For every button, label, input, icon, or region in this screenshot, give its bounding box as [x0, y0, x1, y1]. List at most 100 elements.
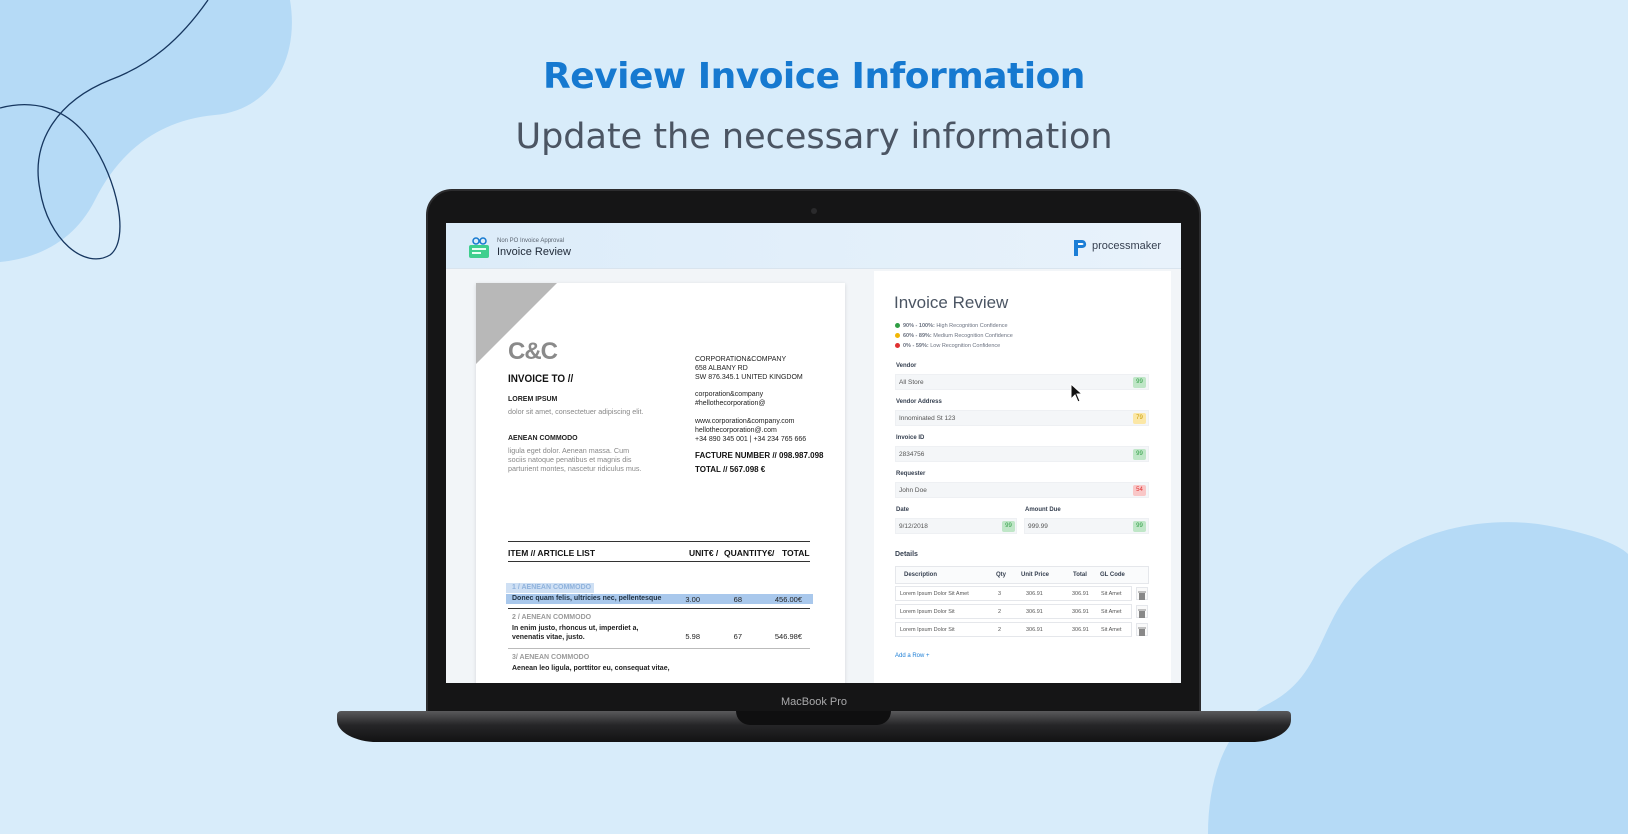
review-title: Invoice Review: [894, 293, 1009, 312]
mouse-cursor-icon: [1070, 383, 1084, 403]
app-kicker: Non PO Invoice Approval: [497, 238, 565, 244]
legend-high: 90% - 100%: High Recognition Confidence: [895, 323, 1008, 329]
vendor-score-badge: 99: [1133, 377, 1146, 388]
hero-subtitle: Update the necessary information: [515, 117, 1113, 157]
company-web-line2: hellothecorporation@.com: [695, 427, 777, 434]
invoice-to-heading: INVOICE TO //: [508, 373, 574, 385]
details-header-qty: Qty: [996, 572, 1007, 578]
row2-qty[interactable]: 2: [998, 609, 1001, 615]
item1-title: 1 / AENEAN COMMODO: [512, 584, 592, 591]
invoice-app-icon: [469, 237, 489, 258]
row3-delete-button[interactable]: [1136, 623, 1148, 636]
row2-delete-button[interactable]: [1136, 605, 1148, 618]
details-header-gl-code: GL Code: [1100, 572, 1125, 578]
table-header-qty: QUANTITY€: [724, 548, 773, 558]
details-header-description: Description: [904, 572, 938, 578]
hero-title: Review Invoice Information: [543, 56, 1085, 97]
date-label: Date: [896, 507, 910, 513]
facture-number: FACTURE NUMBER // 098.987.098: [695, 451, 824, 460]
vendor-address-score-badge: 79: [1133, 413, 1146, 424]
app-screen: Non PO Invoice Approval Invoice Review p…: [446, 223, 1181, 683]
party1-name: LOREM IPSUM: [508, 396, 558, 403]
item3-title: 3/ AENEAN COMMODO: [512, 654, 590, 661]
row1-description[interactable]: Lorem Ipsum Dolor Sit Amet: [900, 591, 969, 597]
table-header-item: ITEM // ARTICLE LIST: [508, 548, 596, 558]
item1-unit: 3.00: [685, 595, 700, 604]
trash-icon: [1138, 591, 1146, 600]
row2-gl-code[interactable]: Sit Amet: [1101, 609, 1121, 615]
legend-low-text: Low Recognition Confidence: [930, 343, 1001, 349]
item1-total: 456.00€: [774, 595, 802, 604]
details-heading: Details: [895, 551, 918, 558]
legend-low: 0% - 59%: Low Recognition Confidence: [895, 343, 1000, 349]
table-header-rule: [508, 561, 810, 562]
vendor-field[interactable]: All Store: [895, 374, 1149, 390]
company-web-line3: +34 890 345 001 | +34 234 765 666: [695, 436, 807, 443]
amount-due-field[interactable]: 999.99: [1024, 518, 1149, 534]
row2-total[interactable]: 306.91: [1072, 609, 1089, 615]
item2-desc: In enim justo, rhoncus ut, imperdiet a, …: [512, 625, 639, 641]
trash-icon: [1138, 609, 1146, 618]
requester-score-badge: 54: [1133, 485, 1146, 496]
invoice-brand: C&C: [508, 338, 558, 365]
item2-rule: [508, 648, 810, 649]
review-panel: Invoice Review 90% - 100%: High Recognit…: [874, 271, 1171, 683]
party1-text: dolor sit amet, consectetuer adipiscing …: [508, 407, 644, 416]
legend-low-range: 0% - 59%:: [903, 343, 929, 349]
requester-label: Requester: [896, 471, 926, 477]
invoice-document: C&C INVOICE TO // LOREM IPSUM dolor sit …: [476, 283, 845, 683]
vendor-label: Vendor: [896, 363, 917, 369]
row1-gl-code[interactable]: Sit Amet: [1101, 591, 1121, 597]
row2-unit-price[interactable]: 306.91: [1026, 609, 1043, 615]
vendor-address-field[interactable]: Innominated St 123: [895, 410, 1149, 426]
invoice-id-label: Invoice ID: [896, 435, 925, 441]
app-title: Invoice Review: [497, 246, 571, 258]
details-header-total: Total: [1073, 572, 1087, 578]
legend-high-text: High Recognition Confidence: [936, 323, 1008, 329]
company-email-line2: #hellothecorporation@: [695, 400, 766, 407]
trash-icon: [1138, 627, 1146, 636]
company-address-line1: CORPORATION&COMPANY: [695, 356, 787, 363]
legend-medium-range: 60% - 89%:: [903, 333, 932, 339]
company-address-line2: 658 ALBANY RD: [695, 365, 748, 372]
party2-text: ligula eget dolor. Aenean massa. Cum soc…: [508, 446, 642, 473]
row2-description[interactable]: Lorem Ipsum Dolor Sit: [900, 609, 955, 615]
company-address-line3: SW 876.345.1 UNITED KINGDOM: [695, 374, 803, 381]
invoice-id-field[interactable]: 2834756: [895, 446, 1149, 462]
row1-unit-price[interactable]: 306.91: [1026, 591, 1043, 597]
row3-gl-code[interactable]: Sit Amet: [1101, 627, 1121, 633]
table-top-rule: [508, 541, 810, 542]
invoice-id-score-badge: 99: [1133, 449, 1146, 460]
amount-due-label: Amount Due: [1025, 507, 1061, 513]
item2-qty: 67: [733, 632, 742, 641]
green-dot-icon: [895, 323, 900, 329]
legend-medium: 60% - 89%: Medium Recognition Confidence: [895, 333, 1013, 339]
camera: [811, 208, 817, 214]
row1-total[interactable]: 306.91: [1072, 591, 1089, 597]
row3-qty[interactable]: 2: [998, 627, 1001, 633]
legend-high-range: 90% - 100%:: [903, 323, 935, 329]
item3-desc: Aenean leo ligula, porttitor eu, consequ…: [512, 665, 670, 672]
date-score-badge: 99: [1002, 521, 1015, 532]
company-web-line1: www.corporation&company.com: [695, 418, 795, 425]
add-row-button[interactable]: Add a Row +: [895, 653, 930, 659]
requester-field[interactable]: John Doe: [895, 482, 1149, 498]
date-field[interactable]: 9/12/2018: [895, 518, 1017, 534]
details-header-unit-price: Unit Price: [1021, 572, 1050, 578]
row3-unit-price[interactable]: 306.91: [1026, 627, 1043, 633]
amount-due-score-badge: 99: [1133, 521, 1146, 532]
row3-total[interactable]: 306.91: [1072, 627, 1089, 633]
yellow-dot-icon: [895, 333, 900, 339]
item2-total: 546.98€: [774, 632, 802, 641]
item2-unit: 5.98: [685, 632, 700, 641]
table-header-unit: UNIT€ /: [689, 548, 719, 558]
row3-description[interactable]: Lorem Ipsum Dolor Sit: [900, 627, 955, 633]
invoice-total: TOTAL // 567.098 €: [695, 465, 766, 474]
processmaker-brand: processmaker: [1092, 240, 1162, 252]
background-blob-bottom-right: [1208, 522, 1628, 834]
row1-delete-button[interactable]: [1136, 587, 1148, 600]
row1-qty[interactable]: 3: [998, 591, 1001, 597]
item1-qty: 68: [733, 595, 742, 604]
processmaker-logo-icon: [1074, 240, 1087, 256]
vendor-address-label: Vendor Address: [896, 399, 942, 405]
